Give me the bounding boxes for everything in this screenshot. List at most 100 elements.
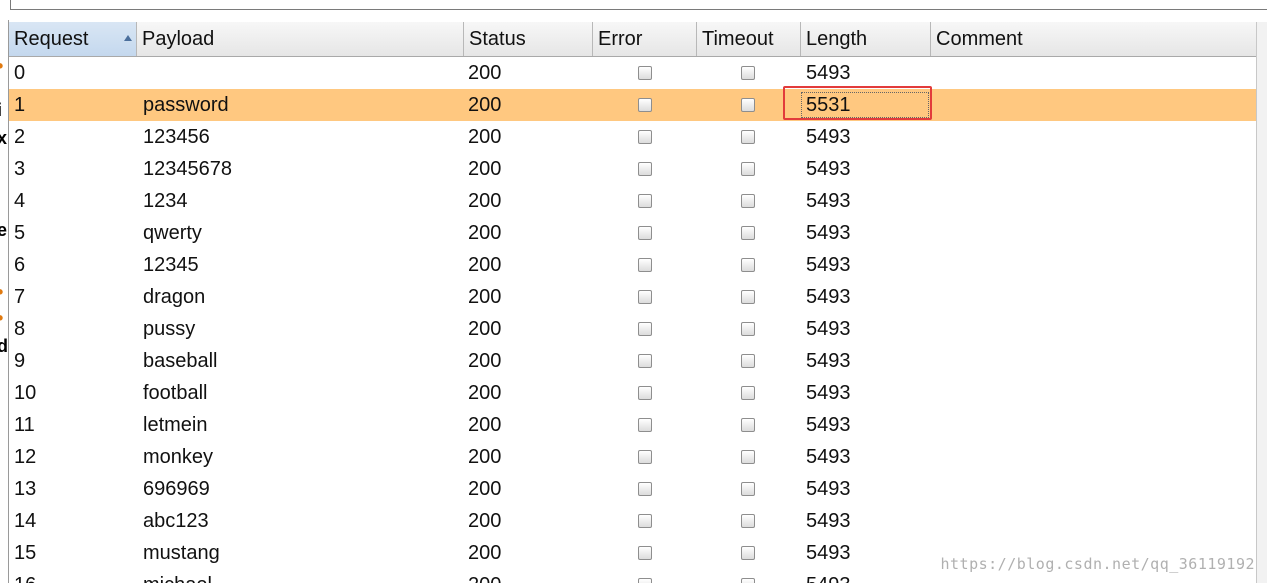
column-header-label: Payload <box>142 28 215 50</box>
timeout-checkbox[interactable] <box>741 514 755 528</box>
cell-status: 200 <box>468 190 502 212</box>
cell-status: 200 <box>468 318 502 340</box>
table-row[interactable]: 8 pussy 200 5493 <box>9 313 1256 345</box>
cell-length: 5493 <box>806 446 851 468</box>
error-checkbox[interactable] <box>638 98 652 112</box>
column-header-status[interactable]: Status <box>464 22 593 56</box>
cell-request: 2 <box>14 126 26 148</box>
table-row[interactable]: 12 monkey 200 5493 <box>9 441 1256 473</box>
error-checkbox[interactable] <box>638 386 652 400</box>
table-row[interactable]: 4 1234 200 5493 <box>9 185 1256 217</box>
timeout-checkbox[interactable] <box>741 322 755 336</box>
watermark: https://blog.csdn.net/qq_36119192 <box>940 555 1255 573</box>
cell-request: 12 <box>14 446 37 468</box>
column-header-label: Length <box>806 28 868 50</box>
error-checkbox[interactable] <box>638 450 652 464</box>
results-table[interactable]: Request Payload Status Error Timeout Len… <box>9 22 1256 583</box>
table-row[interactable]: 7 dragon 200 5493 <box>9 281 1256 313</box>
timeout-checkbox[interactable] <box>741 418 755 432</box>
column-header-label: Error <box>598 28 643 50</box>
error-checkbox[interactable] <box>638 66 652 80</box>
table-row[interactable]: 6 12345 200 5493 <box>9 249 1256 281</box>
cell-request: 6 <box>14 254 26 276</box>
timeout-checkbox[interactable] <box>741 578 755 583</box>
cell-length: 5493 <box>806 414 851 436</box>
error-checkbox[interactable] <box>638 130 652 144</box>
cell-length: 5493 <box>806 158 851 180</box>
cell-payload: 12345678 <box>143 158 232 180</box>
table-row[interactable]: 5 qwerty 200 5493 <box>9 217 1256 249</box>
cell-status: 200 <box>468 542 502 564</box>
table-row[interactable]: 14 abc123 200 5493 <box>9 505 1256 537</box>
vertical-scrollbar[interactable] <box>1256 22 1267 583</box>
timeout-checkbox[interactable] <box>741 194 755 208</box>
cell-payload: monkey <box>143 446 214 468</box>
column-header-length[interactable]: Length <box>801 22 931 56</box>
cutoff-glyph: i <box>0 100 2 121</box>
column-header-request[interactable]: Request <box>9 22 137 56</box>
cell-length: 5493 <box>806 126 851 148</box>
timeout-checkbox[interactable] <box>741 386 755 400</box>
cell-request: 8 <box>14 318 26 340</box>
error-checkbox[interactable] <box>638 514 652 528</box>
error-checkbox[interactable] <box>638 482 652 496</box>
timeout-checkbox[interactable] <box>741 354 755 368</box>
cell-payload: abc123 <box>143 510 209 532</box>
column-header-error[interactable]: Error <box>593 22 697 56</box>
highlight-annotation-box <box>783 86 932 120</box>
error-checkbox[interactable] <box>638 578 652 583</box>
timeout-checkbox[interactable] <box>741 98 755 112</box>
cell-status: 200 <box>468 350 502 372</box>
cell-payload: 1234 <box>143 190 188 212</box>
timeout-checkbox[interactable] <box>741 258 755 272</box>
table-row[interactable]: 10 football 200 5493 <box>9 377 1256 409</box>
error-checkbox[interactable] <box>638 194 652 208</box>
cutoff-glyph: d <box>0 336 8 357</box>
table-row[interactable]: 13 696969 200 5493 <box>9 473 1256 505</box>
cell-length: 5493 <box>806 382 851 404</box>
table-row[interactable]: 9 baseball 200 5493 <box>9 345 1256 377</box>
timeout-checkbox[interactable] <box>741 450 755 464</box>
error-checkbox[interactable] <box>638 354 652 368</box>
timeout-checkbox[interactable] <box>741 162 755 176</box>
column-header-timeout[interactable]: Timeout <box>697 22 801 56</box>
table-row[interactable]: 1 password 200 5531 <box>9 89 1256 121</box>
cell-request: 16 <box>14 569 36 583</box>
timeout-checkbox[interactable] <box>741 482 755 496</box>
cell-length: 5493 <box>806 542 851 564</box>
cell-status: 200 <box>468 254 502 276</box>
cell-request: 14 <box>14 510 37 532</box>
error-checkbox[interactable] <box>638 418 652 432</box>
cutoff-glyph: e <box>0 220 7 241</box>
cell-payload: michael <box>143 569 212 583</box>
sort-ascending-icon <box>124 35 132 41</box>
cell-request: 9 <box>14 350 26 372</box>
error-checkbox[interactable] <box>638 162 652 176</box>
column-header-payload[interactable]: Payload <box>137 22 464 56</box>
timeout-checkbox[interactable] <box>741 226 755 240</box>
table-row[interactable]: 2 123456 200 5493 <box>9 121 1256 153</box>
error-checkbox[interactable] <box>638 322 652 336</box>
top-panel-border <box>10 0 1267 10</box>
cell-payload: pussy <box>143 318 196 340</box>
timeout-checkbox[interactable] <box>741 290 755 304</box>
top-toolbar-strip <box>0 0 1267 20</box>
column-header-comment[interactable]: Comment <box>931 22 1256 56</box>
timeout-checkbox[interactable] <box>741 546 755 560</box>
cell-length: 5493 <box>806 190 851 212</box>
error-checkbox[interactable] <box>638 546 652 560</box>
error-checkbox[interactable] <box>638 226 652 240</box>
timeout-checkbox[interactable] <box>741 66 755 80</box>
cell-length: 5493 <box>806 254 851 276</box>
cell-payload: mustang <box>143 542 220 564</box>
table-row[interactable]: 11 letmein 200 5493 <box>9 409 1256 441</box>
timeout-checkbox[interactable] <box>741 130 755 144</box>
cell-status: 200 <box>468 126 502 148</box>
cell-payload: 696969 <box>143 478 210 500</box>
cell-request: 3 <box>14 158 26 180</box>
error-checkbox[interactable] <box>638 290 652 304</box>
table-row[interactable]: 0 200 5493 <box>9 57 1256 89</box>
table-row[interactable]: 3 12345678 200 5493 <box>9 153 1256 185</box>
error-checkbox[interactable] <box>638 258 652 272</box>
cell-payload: 12345 <box>143 254 199 276</box>
